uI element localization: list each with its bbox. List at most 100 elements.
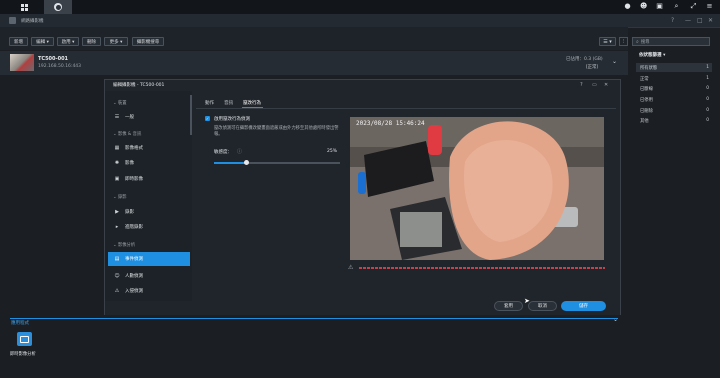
sidebar-item-label: 即時影像 [125,177,143,182]
intrusion-icon: ⚠ [114,288,120,294]
sidebar-item-live-image[interactable]: ▣ 即時影像 [108,172,190,186]
view-toggle-button[interactable]: ☰ ▾ [599,37,616,46]
list-icon: ☰ [114,114,120,120]
live-view-icon: ▣ [114,176,120,182]
app-icon [54,3,62,11]
tab-tampering[interactable]: 竄改行為 [243,100,261,106]
widgets-icon[interactable]: ▣ [656,3,663,10]
filter-item-normal[interactable]: 正常 1 [636,74,712,83]
search-icon: ⌕ [636,38,639,45]
tamper-timeline [359,267,605,269]
tab-motion[interactable]: 動作 [205,100,214,106]
sidebar-item-label: 入侵偵測 [125,289,143,294]
cancel-button[interactable]: 取消 [528,301,557,311]
edit-button[interactable]: 編輯 ▾ [31,37,54,46]
fullscreen-icon[interactable]: ⤢ [690,3,697,10]
sidebar-section-device: ⌄ 裝置 [113,101,127,106]
filter-item-all[interactable]: 所有狀態 1 [636,63,712,72]
section-label: 影像 & 音訊 [117,132,142,137]
search-icon[interactable]: ⌕ [673,3,680,10]
close-icon[interactable]: ✕ [708,17,713,24]
dialog-maximize-icon[interactable]: ▭ [592,82,597,88]
tab-divider [196,108,616,109]
options-icon[interactable]: ≡ [706,3,713,10]
camera-row[interactable] [0,51,628,75]
save-button[interactable]: 儲存 [561,301,606,311]
maximize-icon[interactable]: □ [697,17,703,24]
filter-icon[interactable]: ⫶ [619,37,628,46]
sidebar-item-label: 事件偵測 [125,257,143,262]
mouse-cursor-icon: ➤ [524,297,530,305]
search-field[interactable]: ⌕ 搜尋 [632,37,710,46]
filter-item-deleted[interactable]: 已刪除 0 [636,106,712,115]
sidebar-item-label: 影像 [125,161,134,166]
collapse-chevron-icon[interactable]: ⌄ [613,316,618,323]
section-label: 裝置 [117,101,127,106]
filter-label: 已停用 [640,97,653,103]
filter-count: 1 [706,76,709,81]
sidebar-item-label: 進階錄影 [125,225,143,230]
enable-tamper-label: 啟用竄改行為偵測 [214,117,250,122]
event-detection-icon: ▤ [114,256,120,262]
sidebar-item-recording[interactable]: ▶ 錄影 [108,205,190,219]
tamper-description: 竄改偵測可在攝影機改變畫面遮蔽或由外力移至其他處所時發出警報。 [214,126,339,137]
apply-button[interactable]: 套用 [494,301,523,311]
filter-count: 0 [706,86,709,91]
new-button[interactable]: 新增 [9,37,28,46]
camera-finder-button[interactable]: 攝影機搜尋 [132,37,164,46]
dialog-title: 編輯攝影機 - TC500-001 [113,83,165,88]
sidebar-scrollbar[interactable] [190,95,192,135]
sidebar-item-people-counting[interactable]: ☺ 人數偵測 [108,269,190,283]
delete-button[interactable]: 刪除 [82,37,101,46]
sidebar-item-image[interactable]: ✺ 影像 [108,156,190,170]
camera-name: TC500-001 [38,56,69,62]
video-format-icon: ▦ [114,145,120,151]
record-icon: ▶ [115,209,119,215]
filter-item-other[interactable]: 其他 0 [636,116,712,125]
sidebar-item-intrusion-detection[interactable]: ⚠ 入侵偵測 [108,284,190,298]
sidebar-item-general[interactable]: ☰ 一般 [108,110,190,124]
camera-thumbnail [10,54,34,71]
enable-button[interactable]: 啟用 ▾ [57,37,79,46]
filter-label: 所有狀態 [640,65,658,71]
sidebar-item-video-format[interactable]: ▦ 影像格式 [108,141,190,155]
sidebar-section-av: ⌄ 影像 & 音訊 [113,132,142,137]
apps-section-title: 應用程式 [11,321,29,326]
sensitivity-value: 25% [327,149,338,154]
dialog-help-icon[interactable]: ? [580,82,583,88]
app-logo-icon [9,17,16,24]
dialog-close-icon[interactable]: ✕ [604,82,608,88]
chevron-down-icon[interactable]: ⌄ [612,58,617,65]
window-titlebar [0,14,720,28]
status-badge: [正常] [586,65,598,70]
sidebar-item-event-detection[interactable]: ▤ 事件偵測 [108,252,190,266]
monitor-icon [20,335,29,343]
sensitivity-slider-track[interactable] [214,160,340,165]
chat-icon[interactable]: ● [624,3,631,10]
app-label[interactable]: 即時影像分析 [10,351,36,357]
top-bar [0,0,720,14]
live-analytics-app-icon[interactable] [17,332,32,346]
bottom-panel [0,315,628,378]
user-icon[interactable]: ☻ [640,3,647,10]
filter-title[interactable]: 依狀態篩選 ▾ [639,52,665,58]
sidebar-section-record: ⌄ 錄影 [113,195,127,200]
minimize-icon[interactable]: — [685,17,691,24]
tab-audio[interactable]: 音訊 [224,100,233,106]
surveillance-app-tab[interactable] [44,0,72,14]
search-placeholder: 搜尋 [640,39,650,45]
main-menu-button[interactable] [10,0,38,14]
sensitivity-slider-handle[interactable] [243,160,249,165]
filter-item-disconnected[interactable]: 已斷線 0 [636,84,712,93]
grid-icon [20,3,28,11]
sidebar-item-label: 錄影 [125,210,134,215]
filter-item-disabled[interactable]: 已停用 0 [636,95,712,104]
window-title: 網路攝影機 [21,19,44,24]
enable-tamper-checkbox[interactable]: ✓ [205,116,210,121]
sidebar-item-advanced-recording[interactable]: ▸ 進階錄影 [108,220,190,234]
filter-count: 1 [706,65,709,70]
more-button[interactable]: 更多 ▾ [104,37,128,46]
help-icon[interactable]: ? [671,17,674,24]
apps-divider [10,318,618,319]
sensitivity-slider-fill [214,162,246,164]
